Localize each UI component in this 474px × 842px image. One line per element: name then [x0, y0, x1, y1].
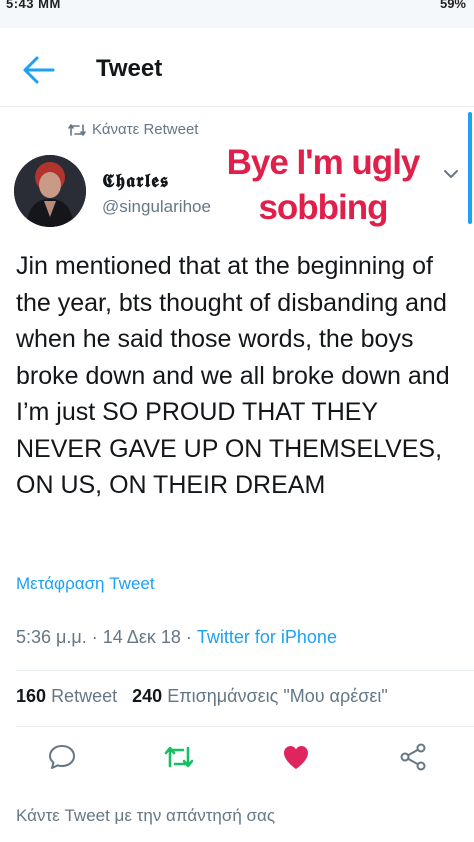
retweeted-indicator: Κάνατε Retweet	[68, 121, 198, 138]
retweet-small-icon	[68, 124, 86, 136]
chevron-down-icon[interactable]	[440, 163, 462, 185]
divider	[16, 726, 474, 727]
status-bar: 5:43 MM 59%	[0, 0, 474, 28]
overlay-caption: Bye I'm ugly sobbing	[212, 140, 434, 230]
user-display-name[interactable]: 𝕮𝖍𝖆𝖗𝖑𝖊𝖘	[102, 170, 169, 192]
tweet-time: 5:36 μ.μ.	[16, 627, 87, 647]
like-icon[interactable]	[281, 742, 311, 772]
avatar[interactable]	[14, 155, 86, 227]
reply-icon[interactable]	[47, 742, 77, 772]
user-handle[interactable]: @singularihoe	[102, 197, 211, 217]
retweet-count-label[interactable]: Retweet	[51, 686, 117, 706]
translate-tweet-link[interactable]: Μετάφραση Tweet	[16, 574, 155, 594]
retweet-count[interactable]: 160	[16, 686, 46, 706]
retweeted-label: Κάνατε Retweet	[92, 121, 199, 138]
scrollbar[interactable]	[468, 112, 472, 224]
like-count[interactable]: 240	[132, 686, 162, 706]
tweet-text: Jin mentioned that at the beginning of t…	[16, 252, 450, 499]
back-arrow-icon[interactable]	[22, 55, 56, 85]
header: Tweet	[0, 28, 474, 107]
tweet-metadata: 5:36 μ.μ. · 14 Δεκ 18 · Twitter for iPho…	[16, 627, 337, 647]
status-time: 5:43 MM	[6, 0, 61, 11]
share-icon[interactable]	[398, 742, 428, 772]
retweet-icon[interactable]	[164, 742, 194, 772]
overlay-line-1: Bye I'm ugly	[226, 143, 421, 182]
divider	[16, 670, 474, 671]
page-title: Tweet	[96, 55, 163, 82]
status-indicators: 59%	[439, 0, 466, 11]
engagement-counts: 160 Retweet 240 Επισημάνσεις "Μου αρέσει…	[16, 686, 388, 707]
reply-input[interactable]: Κάντε Tweet με την απάντησή σας	[16, 806, 275, 826]
tweet-date: 14 Δεκ 18	[102, 627, 181, 647]
overlay-line-2: sobbing	[258, 188, 388, 227]
tweet-source-link[interactable]: Twitter for iPhone	[197, 627, 337, 647]
like-count-label[interactable]: Επισημάνσεις "Μου αρέσει"	[167, 686, 388, 706]
